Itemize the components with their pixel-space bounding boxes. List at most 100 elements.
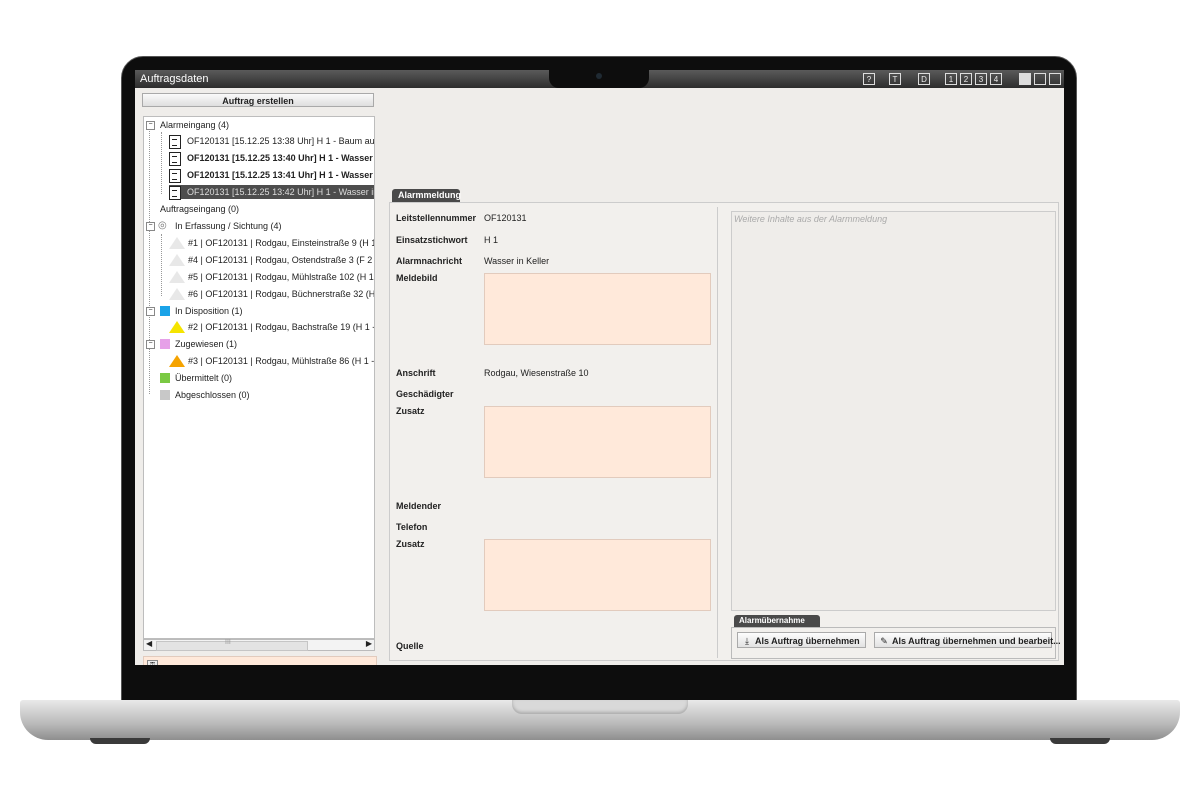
- warning-triangle-icon: [169, 237, 185, 249]
- tree-line: [161, 132, 162, 194]
- status-strip: ⚿: [143, 656, 377, 665]
- alarm-document-icon: [169, 152, 181, 166]
- label-meldender: Meldender: [396, 501, 442, 511]
- order-item[interactable]: #1 | OF120131 | Rodgau, Einsteinstraße 9…: [169, 236, 375, 250]
- maximize-icon[interactable]: [1034, 73, 1046, 85]
- zusatz-2-field[interactable]: [484, 539, 711, 611]
- alarm-item[interactable]: OF120131 [15.12.25 13:41 Uhr] H 1 - Wass…: [169, 168, 375, 183]
- order-item[interactable]: #2 | OF120131 | Rodgau, Bachstraße 19 (H…: [169, 320, 374, 334]
- camera-icon: [596, 73, 602, 79]
- order-item[interactable]: #3 | OF120131 | Rodgau, Mühlstraße 86 (H…: [169, 354, 375, 368]
- group-label: Zugewiesen (1): [175, 339, 238, 349]
- create-order-button[interactable]: Auftrag erstellen: [142, 93, 374, 107]
- warning-triangle-icon: [169, 355, 185, 367]
- scroll-right-icon[interactable]: ▶: [366, 639, 372, 648]
- zusatz-1-field[interactable]: [484, 406, 711, 478]
- layout-1-button[interactable]: 1: [945, 73, 957, 85]
- group-label: Alarmeingang (4): [160, 120, 230, 130]
- alarm-document-icon: [169, 135, 181, 149]
- value-leitstellennummer: OF120131: [484, 213, 527, 223]
- key-icon[interactable]: ⚿: [147, 660, 158, 665]
- status-color-square: [160, 390, 170, 400]
- alarm-item[interactable]: OF120131 [15.12.25 13:38 Uhr] H 1 - Baum…: [169, 134, 375, 149]
- accept-and-edit-button[interactable]: ✎ Als Auftrag übernehmen und bearbeit...: [874, 632, 1061, 648]
- accept-as-order-button[interactable]: ⤓ Als Auftrag übernehmen: [737, 632, 866, 648]
- left-pane: Auftrag erstellen − Alarmeingang (4) OF1…: [141, 92, 377, 665]
- screen: Auftragsdaten ? T D 1 2 3 4 Auftrag erst…: [135, 70, 1064, 665]
- uebernahme-panel: ⤓ Als Auftrag übernehmen ✎ Als Auftrag übe…: [731, 627, 1061, 659]
- order-item[interactable]: #6 | OF120131 | Rodgau, Büchnerstraße 32…: [169, 287, 374, 301]
- layout-4-button[interactable]: 4: [990, 73, 1002, 85]
- label-einsatzstichwort: Einsatzstichwort: [396, 235, 468, 245]
- meldebild-field[interactable]: [484, 273, 711, 345]
- label-quelle: Quelle: [396, 641, 424, 651]
- group-label: In Disposition (1): [175, 306, 243, 316]
- value-einsatzstichwort: H 1: [484, 235, 499, 245]
- order-item-label: #1 | OF120131 | Rodgau, Einsteinstraße 9…: [188, 238, 375, 248]
- group-label: In Erfassung / Sichtung (4): [175, 221, 282, 231]
- value-alarmnachricht: Wasser in Keller: [484, 256, 550, 266]
- collapse-toggle[interactable]: −: [146, 222, 155, 231]
- warning-triangle-icon: [169, 288, 185, 300]
- tab-alarmuebernahme[interactable]: Alarmübernahme: [734, 615, 820, 627]
- label-anschrift: Anschrift: [396, 368, 436, 378]
- group-label: Abgeschlossen (0): [175, 390, 250, 400]
- collapse-toggle[interactable]: −: [146, 340, 155, 349]
- eye-off-icon: ◎: [158, 220, 167, 231]
- tree-horizontal-scrollbar[interactable]: ◀ III ▶: [143, 639, 375, 651]
- label-meldebild: Meldebild: [396, 273, 438, 283]
- tab-alarmmeldung[interactable]: Alarmmeldung: [392, 189, 461, 202]
- label-zusatz-2: Zusatz: [396, 539, 425, 549]
- group-label: Übermittelt (0): [175, 373, 233, 383]
- label-leitstellennummer: Leitstellennummer: [396, 213, 477, 223]
- help-button[interactable]: ?: [863, 73, 875, 85]
- collapse-toggle[interactable]: −: [146, 307, 155, 316]
- accept-label: Als Auftrag übernehmen: [755, 636, 860, 646]
- label-zusatz-1: Zusatz: [396, 406, 425, 416]
- laptop-foot-right: [1050, 738, 1110, 744]
- order-item[interactable]: #4 | OF120131 | Rodgau, Ostendstraße 3 (…: [169, 253, 375, 267]
- value-anschrift: Rodgau, Wiesenstraße 10: [484, 368, 589, 378]
- group-auftragseingang[interactable]: Auftragseingang (0): [160, 202, 239, 216]
- warning-triangle-icon: [169, 271, 185, 283]
- accept-edit-label: Als Auftrag übernehmen und bearbeit...: [892, 636, 1061, 646]
- panel-divider: [717, 207, 718, 658]
- window-title: Auftragsdaten: [140, 73, 209, 85]
- restore-icon[interactable]: [1019, 73, 1031, 85]
- edit-icon: ✎: [880, 636, 888, 646]
- collapse-toggle[interactable]: −: [146, 121, 155, 130]
- alarm-item-label: OF120131 [15.12.25 13:42 Uhr] H 1 - Wass…: [187, 187, 375, 197]
- alarm-item-label: OF120131 [15.12.25 13:41 Uhr] H 1 - Wass…: [187, 170, 375, 180]
- laptop-base-notch: [512, 700, 688, 714]
- warning-triangle-icon: [169, 321, 185, 333]
- label-alarmnachricht: Alarmnachricht: [396, 256, 463, 266]
- d-button[interactable]: D: [918, 73, 930, 85]
- layout-2-button[interactable]: 2: [960, 73, 972, 85]
- order-item[interactable]: #5 | OF120131 | Rodgau, Mühlstraße 102 (…: [169, 270, 375, 284]
- tree-line: [149, 129, 150, 394]
- order-item-label: #4 | OF120131 | Rodgau, Ostendstraße 3 (…: [188, 255, 375, 265]
- alarm-item-label: OF120131 [15.12.25 13:38 Uhr] H 1 - Baum…: [187, 136, 375, 146]
- order-item-label: #5 | OF120131 | Rodgau, Mühlstraße 102 (…: [188, 272, 375, 282]
- status-color-square: [160, 306, 170, 316]
- alarm-document-icon: [169, 169, 181, 183]
- extra-content-area[interactable]: Weitere Inhalte aus der Alarmmeldung: [731, 211, 1056, 611]
- alarm-document-icon: [169, 186, 181, 200]
- layout-3-button[interactable]: 3: [975, 73, 987, 85]
- scroll-thumb[interactable]: III: [156, 639, 308, 651]
- minimize-icon[interactable]: [1049, 73, 1061, 85]
- alarm-item[interactable]: OF120131 [15.12.25 13:40 Uhr] H 1 - Wass…: [169, 151, 375, 166]
- scroll-left-icon[interactable]: ◀: [146, 639, 152, 648]
- download-icon: ⤓: [745, 636, 749, 646]
- order-tree: − Alarmeingang (4) OF120131 [15.12.25 13…: [143, 116, 375, 639]
- status-color-square: [160, 339, 170, 349]
- group-label: Auftragseingang (0): [160, 204, 240, 214]
- alarm-item-label: OF120131 [15.12.25 13:40 Uhr] H 1 - Wass…: [187, 153, 375, 163]
- warning-triangle-icon: [169, 254, 185, 266]
- order-item-label: #3 | OF120131 | Rodgau, Mühlstraße 86 (H…: [188, 356, 375, 366]
- t-button[interactable]: T: [889, 73, 901, 85]
- alarm-item-selected[interactable]: OF120131 [15.12.25 13:42 Uhr] H 1 - Wass…: [169, 185, 375, 200]
- laptop-foot-left: [90, 738, 150, 744]
- label-telefon: Telefon: [396, 522, 428, 532]
- status-color-square: [160, 373, 170, 383]
